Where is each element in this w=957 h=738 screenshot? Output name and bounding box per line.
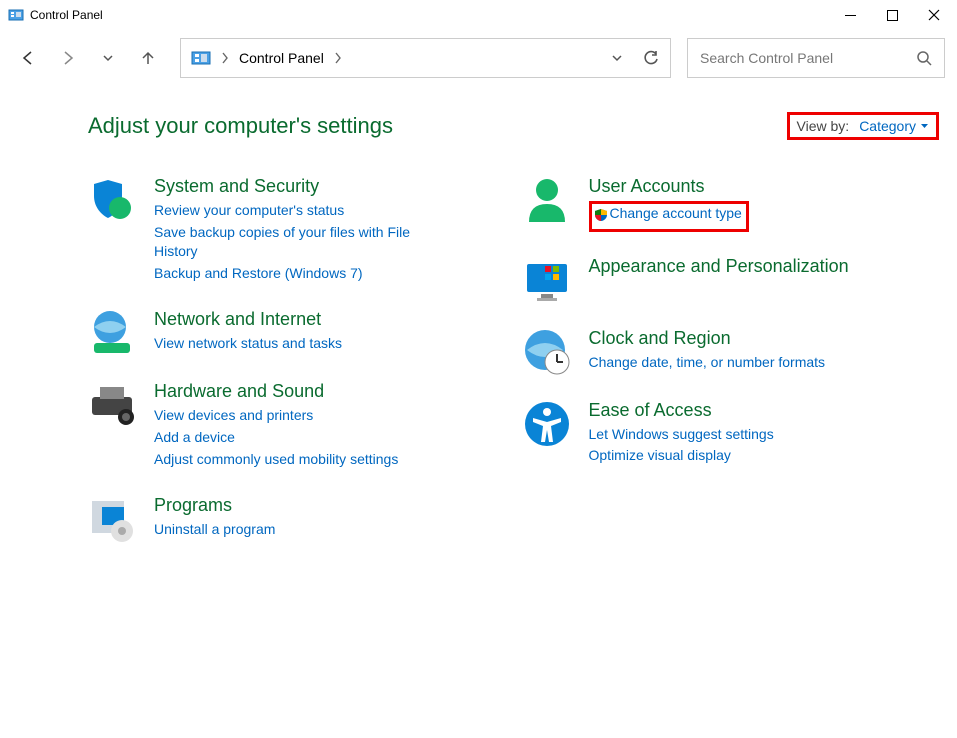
category-title[interactable]: System and Security xyxy=(154,176,424,197)
category-link[interactable]: View devices and printers xyxy=(154,406,313,426)
category-link[interactable]: Backup and Restore (Windows 7) xyxy=(154,264,363,284)
category-title[interactable]: Programs xyxy=(154,495,275,516)
category-link[interactable]: View network status and tasks xyxy=(154,334,342,354)
category-clock: Clock and Region Change date, time, or n… xyxy=(523,328,946,376)
category-title[interactable]: Clock and Region xyxy=(589,328,826,349)
chevron-right-icon xyxy=(334,52,342,64)
search-placeholder: Search Control Panel xyxy=(700,50,833,66)
chevron-right-icon xyxy=(221,52,229,64)
category-title[interactable]: Network and Internet xyxy=(154,309,342,330)
maximize-button[interactable] xyxy=(877,1,907,29)
category-link[interactable]: Review your computer's status xyxy=(154,201,344,221)
close-button[interactable] xyxy=(919,1,949,29)
forward-button[interactable] xyxy=(52,42,84,74)
nav-row: Control Panel Search Control Panel xyxy=(0,30,957,86)
user-icon xyxy=(523,176,571,224)
clock-globe-icon xyxy=(523,328,571,376)
highlight-box: Change account type xyxy=(589,201,749,232)
monitor-icon xyxy=(523,256,571,304)
category-link[interactable]: Let Windows suggest settings xyxy=(589,425,774,445)
view-by-selector[interactable]: View by: Category xyxy=(787,112,939,140)
category-title[interactable]: User Accounts xyxy=(589,176,749,197)
chevron-down-icon xyxy=(920,122,929,131)
shield-icon xyxy=(88,176,136,224)
accessibility-icon xyxy=(523,400,571,448)
category-title[interactable]: Hardware and Sound xyxy=(154,381,398,402)
category-link[interactable]: Save backup copies of your files with Fi… xyxy=(154,223,424,262)
address-dropdown[interactable] xyxy=(610,51,624,65)
recent-dropdown[interactable] xyxy=(92,42,124,74)
page-title: Adjust your computer's settings xyxy=(88,113,393,139)
control-panel-icon xyxy=(8,7,24,23)
category-link-change-account-type[interactable]: Change account type xyxy=(610,204,742,224)
category-appearance: Appearance and Personalization xyxy=(523,256,946,304)
minimize-button[interactable] xyxy=(835,1,865,29)
up-button[interactable] xyxy=(132,42,164,74)
category-title[interactable]: Ease of Access xyxy=(589,400,774,421)
category-programs: Programs Uninstall a program xyxy=(88,495,511,543)
globe-icon xyxy=(88,309,136,357)
window-title: Control Panel xyxy=(30,8,103,22)
uac-shield-icon xyxy=(594,208,608,222)
programs-icon xyxy=(88,495,136,543)
category-link[interactable]: Adjust commonly used mobility settings xyxy=(154,450,398,470)
category-network: Network and Internet View network status… xyxy=(88,309,511,357)
title-bar: Control Panel xyxy=(0,0,957,30)
view-by-value: Category xyxy=(859,118,916,134)
address-bar[interactable]: Control Panel xyxy=(180,38,671,78)
breadcrumb-root[interactable]: Control Panel xyxy=(239,50,324,66)
refresh-button[interactable] xyxy=(642,49,660,67)
category-title[interactable]: Appearance and Personalization xyxy=(589,256,849,277)
category-link[interactable]: Optimize visual display xyxy=(589,446,731,466)
view-by-label: View by: xyxy=(797,118,850,134)
back-button[interactable] xyxy=(12,42,44,74)
control-panel-icon xyxy=(191,48,211,68)
search-icon xyxy=(916,50,932,66)
category-hardware: Hardware and Sound View devices and prin… xyxy=(88,381,511,471)
search-input[interactable]: Search Control Panel xyxy=(687,38,945,78)
content: Adjust your computer's settings View by:… xyxy=(0,86,957,567)
category-link[interactable]: Uninstall a program xyxy=(154,520,275,540)
printer-icon xyxy=(88,381,136,429)
category-system-security: System and Security Review your computer… xyxy=(88,176,511,285)
category-link[interactable]: Change date, time, or number formats xyxy=(589,353,826,373)
category-ease-of-access: Ease of Access Let Windows suggest setti… xyxy=(523,400,946,468)
category-link[interactable]: Add a device xyxy=(154,428,235,448)
category-user-accounts: User Accounts Change account type xyxy=(523,176,946,232)
